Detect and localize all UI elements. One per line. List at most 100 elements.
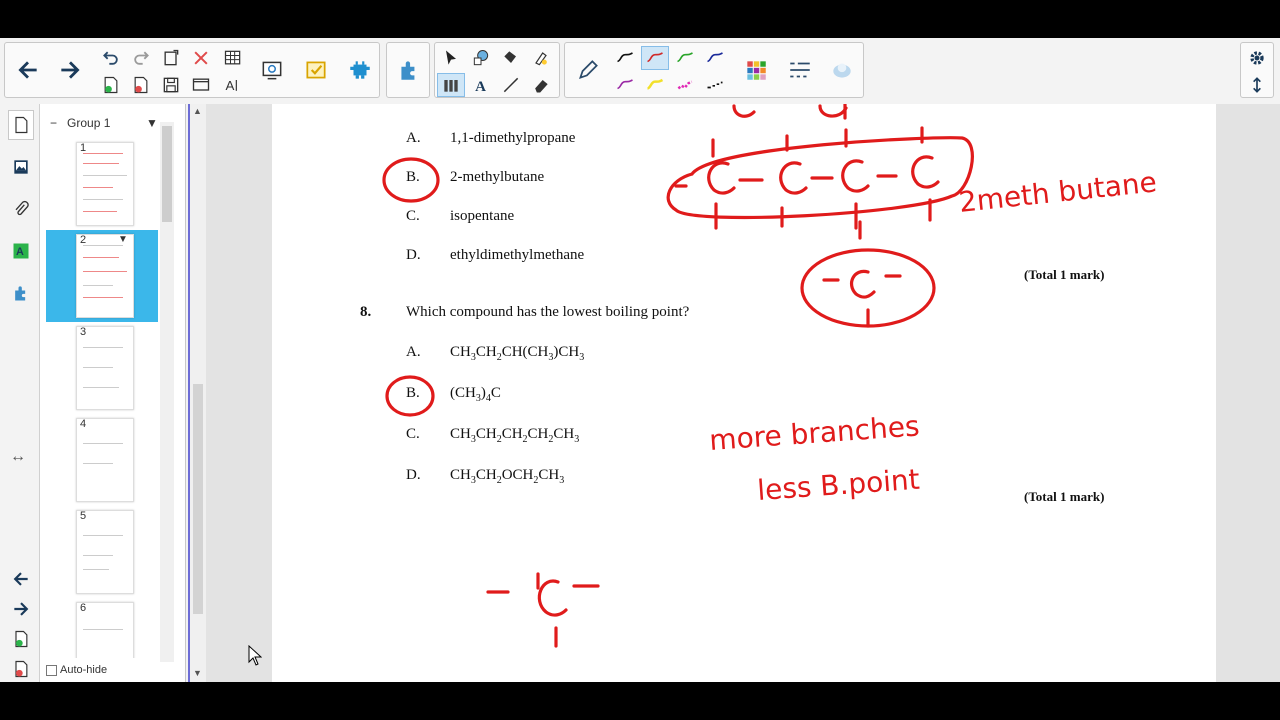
pen-green-style-icon[interactable] [671, 46, 699, 70]
group-header[interactable]: − Group 1 ▼ [50, 116, 158, 130]
scrollbar-thumb[interactable] [162, 126, 172, 222]
color-palette-icon[interactable] [739, 53, 773, 87]
line-icon[interactable] [497, 73, 525, 97]
eraser-shape-icon[interactable] [527, 46, 555, 70]
fill-icon[interactable] [497, 46, 525, 70]
auto-hide-option[interactable]: Auto-hide [46, 664, 107, 676]
add-page-side-icon[interactable] [8, 624, 34, 654]
previous-page-icon[interactable] [8, 564, 34, 594]
page-number: 3 [80, 326, 87, 338]
delete-icon[interactable] [187, 46, 215, 70]
paste-icon[interactable] [157, 46, 185, 70]
page-sorter-icon[interactable] [8, 110, 34, 140]
thumbnail-menu-icon[interactable]: ▼ [118, 234, 128, 245]
page-sorter-panel: − Group 1 ▼ 1 2 ▼ 3 4 5 6 Auto-hide [40, 104, 186, 682]
forward-arrow-icon[interactable] [53, 53, 87, 87]
svg-text:A: A [16, 246, 24, 258]
page-thumbnail-1[interactable]: 1 [46, 138, 158, 230]
redo-icon[interactable] [127, 46, 155, 70]
notebook-page[interactable]: A. 1,1-dimethylpropane B. 2-methylbutane… [272, 104, 1216, 682]
eraser-icon[interactable] [527, 73, 555, 97]
toolbar-group-tools: A [434, 42, 560, 98]
scroll-down-icon[interactable]: ▼ [193, 668, 202, 678]
svg-text:A: A [226, 78, 235, 93]
side-tab-strip: A ↔ [0, 104, 40, 682]
page-number: 2 [80, 234, 87, 246]
page-number: 5 [80, 510, 87, 522]
text-style-icon[interactable]: A [219, 73, 247, 97]
response-check-icon[interactable] [299, 53, 333, 87]
page-thumbnail-2[interactable]: 2 ▼ [46, 230, 158, 322]
scroll-up-icon[interactable]: ▲ [193, 106, 202, 116]
toolbar-group-file: A [4, 42, 380, 98]
page-thumbnail-4[interactable]: 4 [46, 414, 158, 506]
back-arrow-icon[interactable] [11, 53, 45, 87]
thumbnail-image [76, 418, 134, 502]
thumbnail-scrollbar[interactable] [160, 122, 174, 662]
ink-letter-c [911, 155, 940, 189]
object-fill-icon[interactable] [825, 53, 859, 87]
toolbar-group-settings [1240, 42, 1274, 98]
ink-letter-c [707, 161, 736, 195]
activity-builder-icon[interactable] [343, 53, 377, 87]
line-style-icon[interactable] [783, 53, 817, 87]
select-icon[interactable] [437, 46, 465, 70]
ink-circle-q7-b [382, 157, 440, 203]
ink-stroke [732, 104, 756, 118]
ink-circle-q8-b [385, 375, 435, 417]
group-dropdown-icon[interactable]: ▼ [146, 116, 158, 130]
shape-icon[interactable] [467, 46, 495, 70]
add-page-icon[interactable] [97, 73, 125, 97]
whiteboard-canvas: ▲ ▼ A. 1,1-dimethylpropane B. 2-methylbu… [188, 104, 1280, 682]
toolbar-group-addons [386, 42, 430, 98]
resize-handle-icon[interactable]: ↔ [10, 448, 26, 466]
gear-icon[interactable] [1243, 46, 1271, 70]
attachments-icon[interactable] [8, 194, 34, 224]
ink-letter-c [850, 269, 876, 299]
smart-notebook-window: A A A ↔ − Group 1 ▼ 1 2 ▼ 3 4 5 6 Auto-h… [0, 38, 1280, 682]
undo-icon[interactable] [97, 46, 125, 70]
pen-icon[interactable] [571, 53, 605, 87]
gallery-icon[interactable] [8, 152, 34, 182]
group-label: Group 1 [67, 116, 111, 130]
save-icon[interactable] [157, 73, 185, 97]
thumbnail-image [76, 326, 134, 410]
page-thumbnail-6[interactable]: 6 [46, 598, 158, 658]
next-page-icon[interactable] [8, 594, 34, 624]
highlighter-pink-style-icon[interactable] [671, 73, 699, 97]
main-toolbar: A A [0, 38, 1280, 104]
fullscreen-icon[interactable] [187, 73, 215, 97]
highlighter-yellow-style-icon[interactable] [641, 73, 669, 97]
pen-dashed-style-icon[interactable] [701, 73, 729, 97]
page-thumbnail-5[interactable]: 5 [46, 506, 158, 598]
ink-letter-c [779, 161, 808, 195]
add-ons-tab-icon[interactable] [8, 278, 34, 308]
text-icon[interactable]: A [467, 73, 495, 97]
canvas-scrollbar[interactable]: ▲ ▼ [190, 104, 206, 682]
page-number: 6 [80, 602, 87, 614]
ink-text-2meth-butane: 2meth butane [957, 165, 1158, 219]
thumbnail-image [76, 234, 134, 318]
ink-letter-c [537, 579, 568, 617]
add-ons-icon[interactable] [392, 53, 426, 87]
pen-black-style-icon[interactable] [611, 46, 639, 70]
ink-text-less-bpoint: less B.point [756, 463, 921, 507]
ink-stroke [818, 104, 848, 118]
mouse-cursor-icon [248, 645, 262, 666]
collapse-icon[interactable]: − [50, 116, 57, 130]
page-thumbnail-3[interactable]: 3 [46, 322, 158, 414]
scrollbar-thumb[interactable] [193, 384, 203, 614]
screen-capture-icon[interactable] [255, 53, 289, 87]
pen-red-style-icon[interactable] [641, 46, 669, 70]
delete-page-side-icon[interactable] [8, 654, 34, 682]
pen-color-styles-icon[interactable] [437, 73, 465, 97]
table-icon[interactable] [219, 46, 247, 70]
properties-icon[interactable]: A [8, 236, 34, 266]
auto-hide-checkbox[interactable] [46, 664, 57, 676]
page-number: 1 [80, 142, 87, 154]
expand-toolbar-icon[interactable] [1243, 73, 1271, 97]
ink-stroke [822, 274, 902, 328]
pen-blue-style-icon[interactable] [701, 46, 729, 70]
pen-purple-style-icon[interactable] [611, 73, 639, 97]
delete-page-icon[interactable] [127, 73, 155, 97]
